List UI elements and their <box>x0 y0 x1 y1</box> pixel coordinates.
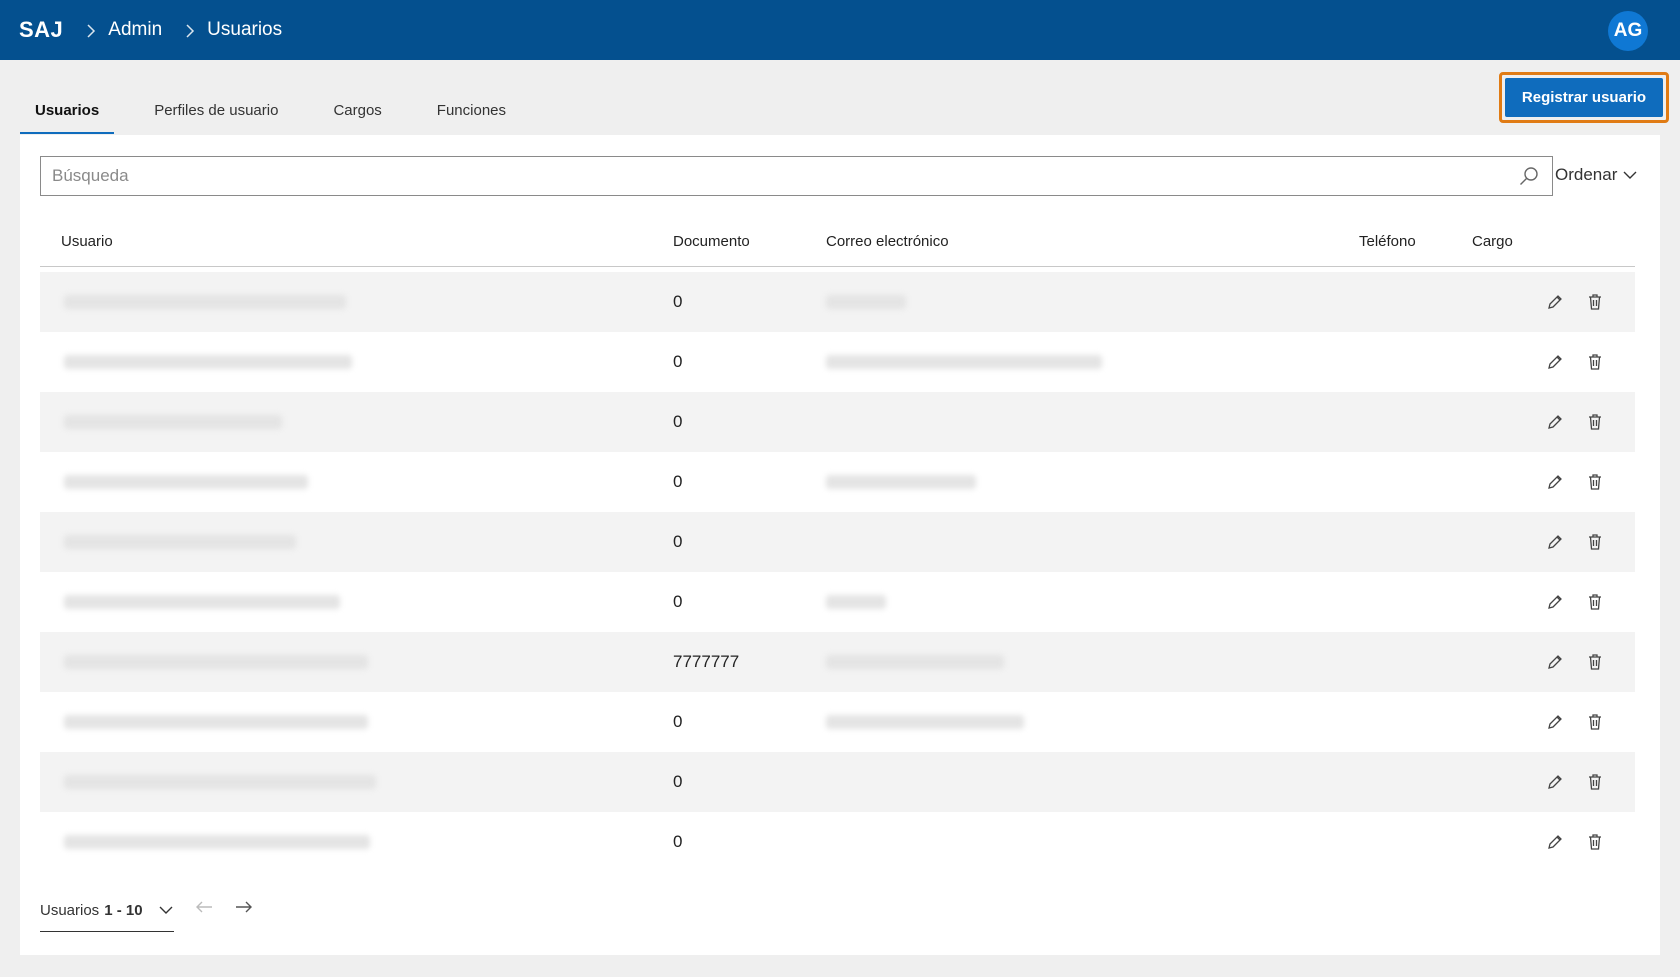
table-row[interactable]: 0 <box>40 272 1635 332</box>
table-row[interactable]: 0 <box>40 512 1635 572</box>
register-user-button[interactable]: Registrar usuario <box>1505 78 1663 117</box>
edit-pencil-icon[interactable] <box>1545 472 1565 492</box>
sort-dropdown[interactable]: Ordenar <box>1555 165 1637 185</box>
edit-pencil-icon[interactable] <box>1545 352 1565 372</box>
delete-trash-icon[interactable] <box>1585 832 1605 852</box>
tab-perfiles-de-usuario[interactable]: Perfiles de usuario <box>139 86 293 134</box>
edit-pencil-icon[interactable] <box>1545 532 1565 552</box>
delete-trash-icon[interactable] <box>1585 532 1605 552</box>
app-logo[interactable]: SAJ <box>19 17 63 43</box>
edit-pencil-icon[interactable] <box>1545 292 1565 312</box>
documento-cell: 0 <box>673 352 683 371</box>
column-header-documento[interactable]: Documento <box>673 215 750 267</box>
tab-usuarios[interactable]: Usuarios <box>20 86 115 134</box>
documento-cell: 0 <box>673 292 683 311</box>
chevron-right-icon <box>87 20 96 41</box>
documento-cell: 0 <box>673 532 683 551</box>
search-icon[interactable] <box>1514 161 1544 191</box>
documento-cell: 0 <box>673 412 683 431</box>
register-button-highlight: Registrar usuario <box>1499 72 1669 123</box>
documento-cell: 0 <box>673 592 683 611</box>
breadcrumb-admin[interactable]: Admin <box>108 19 162 41</box>
delete-trash-icon[interactable] <box>1585 652 1605 672</box>
redacted-email <box>826 295 906 309</box>
edit-pencil-icon[interactable] <box>1545 652 1565 672</box>
table-row[interactable]: 0 <box>40 752 1635 812</box>
chevron-right-icon <box>186 20 195 41</box>
chevron-down-icon <box>1623 171 1637 179</box>
search-input[interactable] <box>41 157 1514 195</box>
documento-cell: 0 <box>673 712 683 731</box>
column-header-telefono[interactable]: Teléfono <box>1359 215 1416 267</box>
table-row[interactable]: 0 <box>40 572 1635 632</box>
table-row[interactable]: 0 <box>40 812 1635 872</box>
documento-cell: 0 <box>673 472 683 491</box>
documento-cell: 0 <box>673 832 683 851</box>
redacted-username <box>64 835 370 849</box>
redacted-email <box>826 355 1102 369</box>
delete-trash-icon[interactable] <box>1585 472 1605 492</box>
delete-trash-icon[interactable] <box>1585 592 1605 612</box>
users-panel: Ordenar Usuario Documento Correo electró… <box>20 135 1660 955</box>
delete-trash-icon[interactable] <box>1585 292 1605 312</box>
pagination-range: 1 - 10 <box>104 902 143 919</box>
column-header-cargo[interactable]: Cargo <box>1472 215 1513 267</box>
redacted-username <box>64 775 376 789</box>
table-row[interactable]: 7777777 <box>40 632 1635 692</box>
edit-pencil-icon[interactable] <box>1545 832 1565 852</box>
tab-funciones[interactable]: Funciones <box>422 86 521 134</box>
redacted-username <box>64 475 308 489</box>
redacted-username <box>64 715 368 729</box>
delete-trash-icon[interactable] <box>1585 412 1605 432</box>
tab-bar: Usuarios Perfiles de usuario Cargos Func… <box>20 86 546 134</box>
top-bar: SAJ Admin Usuarios AG <box>0 0 1680 60</box>
delete-trash-icon[interactable] <box>1585 352 1605 372</box>
redacted-username <box>64 595 340 609</box>
redacted-username <box>64 355 352 369</box>
previous-page-arrow-icon[interactable] <box>192 895 216 919</box>
redacted-email <box>826 655 1004 669</box>
edit-pencil-icon[interactable] <box>1545 592 1565 612</box>
chevron-down-icon <box>159 906 173 914</box>
pagination-label: Usuarios <box>40 902 100 919</box>
table-header: Usuario Documento Correo electrónico Tel… <box>40 215 1635 267</box>
table-row[interactable]: 0 <box>40 332 1635 392</box>
search-box <box>40 156 1553 196</box>
table-row[interactable]: 0 <box>40 692 1635 752</box>
redacted-username <box>64 535 296 549</box>
page-size-dropdown[interactable]: Usuarios 1 - 10 <box>40 890 174 932</box>
edit-pencil-icon[interactable] <box>1545 712 1565 732</box>
edit-pencil-icon[interactable] <box>1545 412 1565 432</box>
users-table-body: 0 0 0 0 0 0 7777777 0 0 0 <box>40 272 1635 872</box>
breadcrumb-usuarios: Usuarios <box>207 19 283 40</box>
redacted-email <box>826 595 886 609</box>
tab-cargos[interactable]: Cargos <box>318 86 396 134</box>
documento-cell: 7777777 <box>673 652 740 671</box>
edit-pencil-icon[interactable] <box>1545 772 1565 792</box>
table-row[interactable]: 0 <box>40 452 1635 512</box>
column-header-usuario[interactable]: Usuario <box>61 215 113 267</box>
column-header-correo[interactable]: Correo electrónico <box>826 215 949 267</box>
redacted-email <box>826 715 1024 729</box>
redacted-email <box>826 475 976 489</box>
delete-trash-icon[interactable] <box>1585 772 1605 792</box>
delete-trash-icon[interactable] <box>1585 712 1605 732</box>
documento-cell: 0 <box>673 772 683 791</box>
table-row[interactable]: 0 <box>40 392 1635 452</box>
redacted-username <box>64 415 282 429</box>
sort-label: Ordenar <box>1555 165 1618 184</box>
redacted-username <box>64 295 346 309</box>
user-avatar[interactable]: AG <box>1608 11 1648 51</box>
redacted-username <box>64 655 368 669</box>
next-page-arrow-icon[interactable] <box>232 895 256 919</box>
